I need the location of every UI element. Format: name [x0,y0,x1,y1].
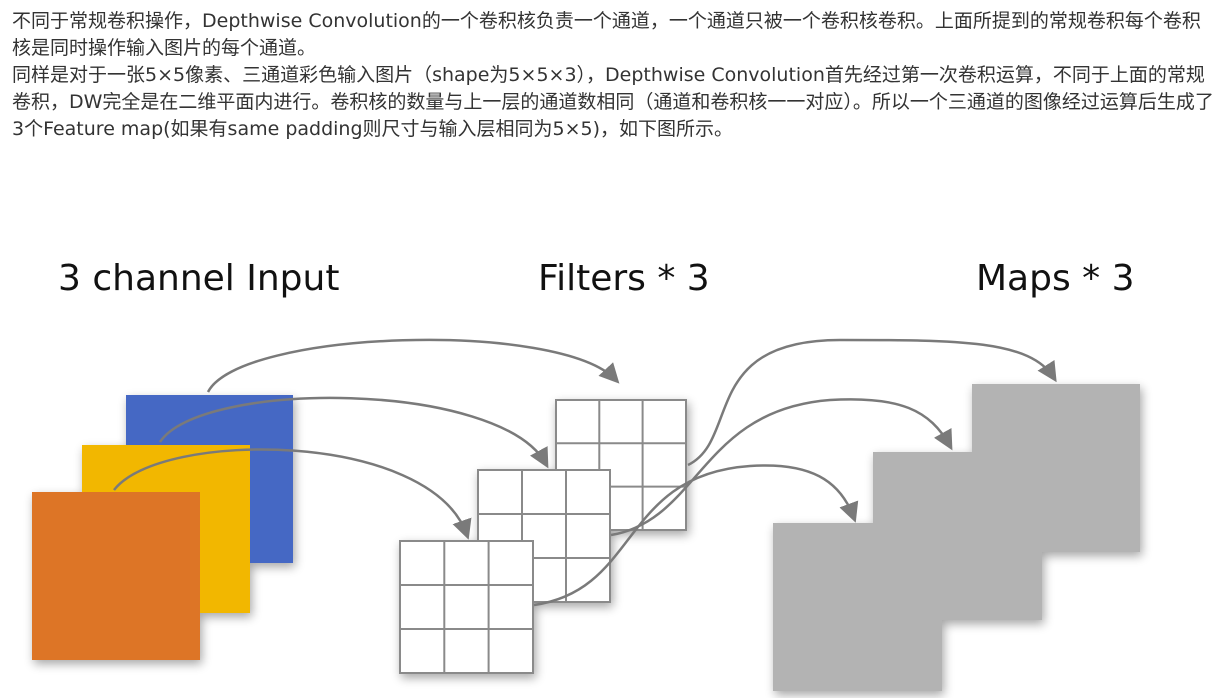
title-filters: Filters * 3 [538,258,710,299]
title-maps: Maps * 3 [976,258,1135,299]
input-channels [32,395,293,660]
title-input: 3 channel Input [58,258,339,299]
depthwise-convolution-diagram: 3 channel Input Filters * 3 Maps * 3 [32,258,1140,691]
input-channel-orange [32,492,200,660]
filters [399,399,687,674]
output-maps [773,384,1140,691]
arrow-blue-to-filter [206,338,620,393]
output-map-front [773,523,942,691]
filter-front [399,540,534,674]
